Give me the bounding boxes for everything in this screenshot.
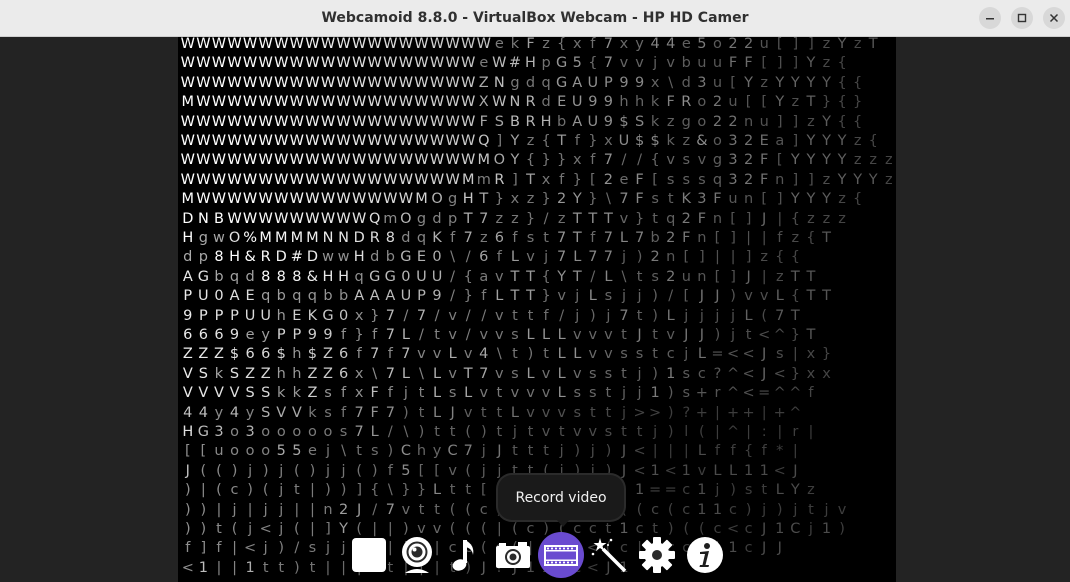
maximize-icon (1017, 13, 1027, 23)
ascii-row: A Gb q d 8 8 8 & H Hq G G 0 U U /{a v T T{Y T / L \ t s 2 u n[] J | z T… (182, 268, 816, 285)
minimize-button[interactable] (979, 7, 1001, 29)
preview-icon (352, 538, 386, 572)
ascii-row: d p 8 H & R D # Dw w Hd b G E 0 \/6 f Lv j 7 L 7 7 j) 2 n[] | |] z{{ (183, 249, 800, 266)
ascii-row: WWWWWWWWWWWWWWWWWWW Z Ng d q G A U P 9 9 x \ d 3 u[Yz Y Y… (180, 74, 863, 91)
close-icon (1049, 13, 1059, 23)
info-icon (687, 537, 723, 573)
ascii-row: V V V V S Sk k Zs f x Ff j t Ls Lv t v v v Ls s t j j 1) s + r ^ < = ^ ^… (182, 385, 814, 402)
record-video-button[interactable] (538, 532, 584, 578)
about-button[interactable] (683, 533, 727, 577)
settings-button[interactable] (635, 533, 679, 577)
ascii-row: 6 6 6 9 e y P P 9 9 f} f 7 L / t v / v v s L L Lv v v t Jt v J J) j t < ^}… (183, 327, 816, 343)
bottom-toolbar (345, 531, 735, 579)
ascii-row: WWWWWWWWWWWWWWWWWWW F S B R Hb A U 9 $ Sk z g o 2 2 n u]]… (180, 113, 863, 130)
window-titlebar: Webcamoid 8.8.0 - VirtualBox Webcam - HP… (0, 0, 1070, 37)
ascii-row: WWWWWWWWWWWWWWWWWWW M O Y{}} x f 7//{v s v g 3 2 F[Y… (180, 152, 893, 169)
ascii-row: Z Z Z $6 6 $ h $ Z 6 f 7 f 7 v v Lv 4 \ t) t L Lv v s s t c j L = < < Js |… (182, 346, 832, 363)
ascii-row: J(() j) j() j j() f 5[[v(j j t t(j) j) J <1 <1 v L L 1 1 < J (185, 462, 798, 479)
ascii-row: WWWWWWWWWWWWWWWWWW Mm R] Tx f}[2 e F[s s s q 3 2 Fn]… (180, 171, 893, 188)
ascii-row: D N B WWWWWWWWW Qm Og d p T 7 z z} / z T T Tv} t q 2 Fn[] J |{… (182, 210, 846, 227)
webcam-icon (402, 537, 432, 573)
minimize-icon (986, 18, 994, 20)
ascii-row: 9 P P P U Uh E K G 0 x} 7/7/v / / v t t f / j) j 7 t) Lj j j j L(7 T (183, 307, 800, 324)
audio-icon (452, 540, 474, 571)
webcam-button[interactable] (395, 533, 439, 577)
ascii-row: 4 4 y 4 y S V Vk s f 7 F 7) t L Jv t t Lv v v s t t j > >)? + | + + | + ^ (183, 404, 802, 421)
ascii-row: H G 3 o 3 o o o o o s 7 L / \) t t() t j t v t v v s t t j) l(| ^ |: | r… (182, 424, 814, 440)
ascii-row: WWWWWWWWWWWWWWWWWWWW e k Fz{x f 7 x y 4 4 e 5 o 2 2 u[]… (180, 37, 878, 52)
tooltip-label: Record video (515, 489, 607, 506)
ascii-row: WWWWWWWWWWWWWWWWWWW e W # Hp G 5{7 v v j v b u u F F[]]… (180, 55, 847, 72)
ascii-row: M WWWWWWWWWWWWWW M Og H T} x z} 2 Y} \ 7 Fs t K 3 Fu n[] Y… (181, 191, 863, 208)
close-button[interactable] (1043, 7, 1065, 29)
ascii-row: Hg w O% M M M M N N D R 8 d q Kf 7 z 6 f s t 7 Tf 7 L 7 b 2 Fn[] | | f z… (182, 230, 831, 246)
maximize-button[interactable] (1011, 7, 1033, 29)
effects-button[interactable] (587, 533, 631, 577)
audio-button[interactable] (443, 533, 487, 577)
ascii-row: WWWWWWWWWWWWWWWWWWW Q] Yz{Tf} x U $ $ k z & o 3 2 Ea]… (180, 133, 878, 149)
video-record-icon (544, 545, 578, 566)
preview-button[interactable] (347, 533, 391, 577)
tooltip-arrow (556, 519, 570, 527)
take-photo-button[interactable] (491, 533, 535, 577)
ascii-row: V Sk S Z Zh h Z Z 6 x \ 7 L \ Lv T 7 v s Lv Lv s s t j) 1 s c? ^ < J <}… (182, 365, 831, 382)
right-letterbox (896, 37, 1070, 582)
record-video-tooltip: Record video (498, 475, 624, 520)
window-title: Webcamoid 8.8.0 - VirtualBox Webcam - HP… (321, 10, 749, 26)
ascii-row: M WWWWWWWWWWWWWWWWWW X W N Rd E U 9 9 h h k F Ro 2 u[[Yz… (181, 94, 863, 111)
effects-wand-icon (591, 538, 627, 573)
left-letterbox (0, 37, 178, 582)
settings-gear-icon (639, 537, 675, 573)
ascii-row: P U 0 A Eq b q q b b A A A U P 9/} f L T T} v j Ls j j) /[J J) v v L{… (183, 288, 831, 305)
camera-icon (496, 542, 530, 568)
ascii-row: [[u o o o 5 5 e j \ t s) Ch y C 7 j Jt t t j) j) J < | | | Lf f{f * | (184, 443, 798, 460)
